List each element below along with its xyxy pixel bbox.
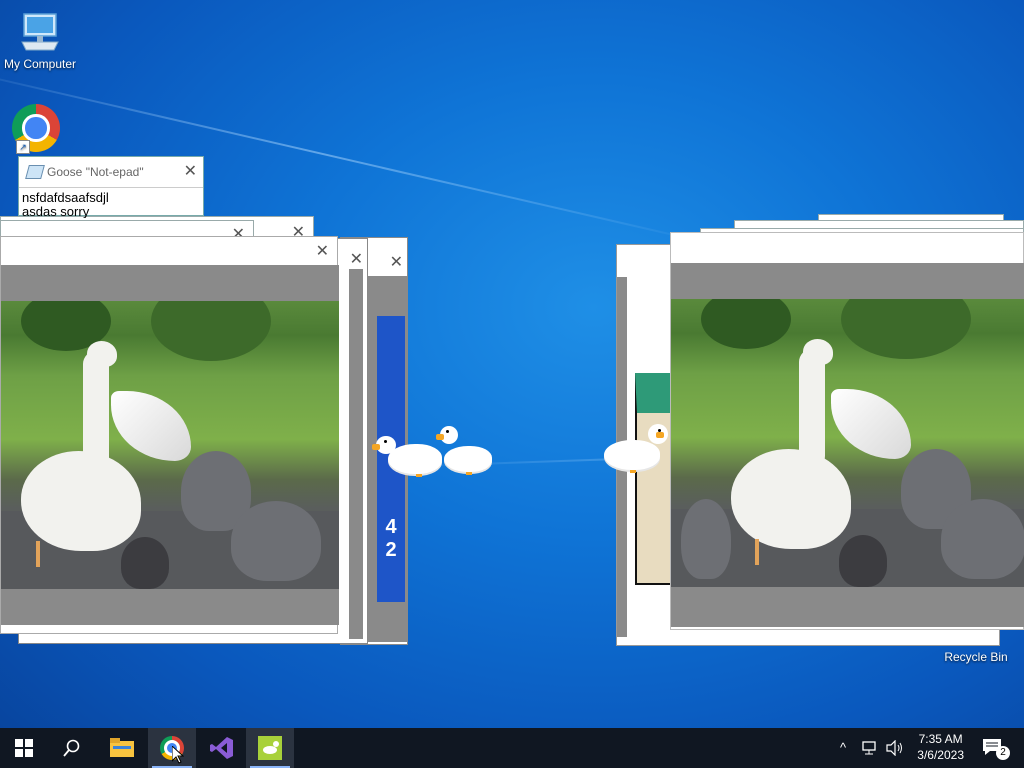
show-hidden-icons-button[interactable]: ^: [840, 740, 846, 755]
notepad-text-line: asdas sorry: [22, 204, 90, 219]
goose-photo: [671, 299, 1024, 587]
window-title: Goose "Not-epad": [47, 165, 144, 179]
visual-studio-icon: [210, 737, 233, 759]
goose-photo: [1, 301, 339, 589]
computer-icon: [21, 13, 59, 51]
windows-logo-icon: [15, 739, 33, 757]
desktop-icon-label: Recycle Bin: [944, 650, 1008, 664]
taskbar: ^ 7:35 AM 3/6/2023 2: [0, 728, 1024, 768]
desktop-goose-icon: [258, 736, 282, 760]
taskbar-chrome[interactable]: [148, 728, 196, 768]
start-button[interactable]: [0, 728, 48, 768]
goose-notepad-window[interactable]: Goose "Not-epad" ✕ nsfdafdsaafsdjl asdas…: [18, 156, 204, 219]
volume-icon[interactable]: [886, 740, 904, 756]
goose-meme-window: [670, 232, 1024, 630]
notepad-icon: [25, 165, 45, 179]
system-clock[interactable]: 7:35 AM 3/6/2023: [917, 731, 964, 763]
close-icon[interactable]: ✕: [350, 249, 363, 269]
desktop-icon-chrome[interactable]: ↗: [12, 104, 66, 158]
notepad-text-area[interactable]: nsfdafdsaafsdjl asdas sorry: [19, 188, 203, 219]
notepad-text-line: nsfdafdsaafsdjl: [22, 190, 109, 205]
network-icon[interactable]: [862, 740, 880, 756]
clock-time: 7:35 AM: [918, 732, 963, 746]
desktop-icon-my-computer[interactable]: My Computer: [2, 10, 78, 71]
window-body: [349, 269, 363, 639]
taskbar-desktop-goose[interactable]: [246, 728, 294, 768]
close-icon[interactable]: ✕: [184, 157, 197, 187]
goose-meme-window: ✕: [0, 236, 339, 634]
taskbar-file-explorer[interactable]: [98, 728, 146, 768]
window-titlebar[interactable]: Goose "Not-epad" ✕: [19, 157, 203, 188]
close-icon[interactable]: ✕: [316, 241, 329, 261]
notification-count-badge: 2: [996, 746, 1010, 760]
file-explorer-icon: [110, 738, 134, 757]
shortcut-arrow-icon: ↗: [16, 140, 30, 154]
desktop-goose[interactable]: [604, 424, 674, 480]
search-icon: [63, 739, 80, 757]
mouse-cursor-icon: [172, 746, 184, 764]
search-button[interactable]: [48, 728, 96, 768]
desktop-icon-recycle-bin[interactable]: Recycle Bin: [936, 650, 1016, 664]
desktop-icon-label: My Computer: [3, 57, 77, 71]
close-icon[interactable]: ✕: [390, 252, 403, 272]
taskbar-visual-studio[interactable]: [198, 728, 246, 768]
desktop-goose[interactable]: [436, 424, 496, 478]
clock-date: 3/6/2023: [917, 748, 964, 762]
